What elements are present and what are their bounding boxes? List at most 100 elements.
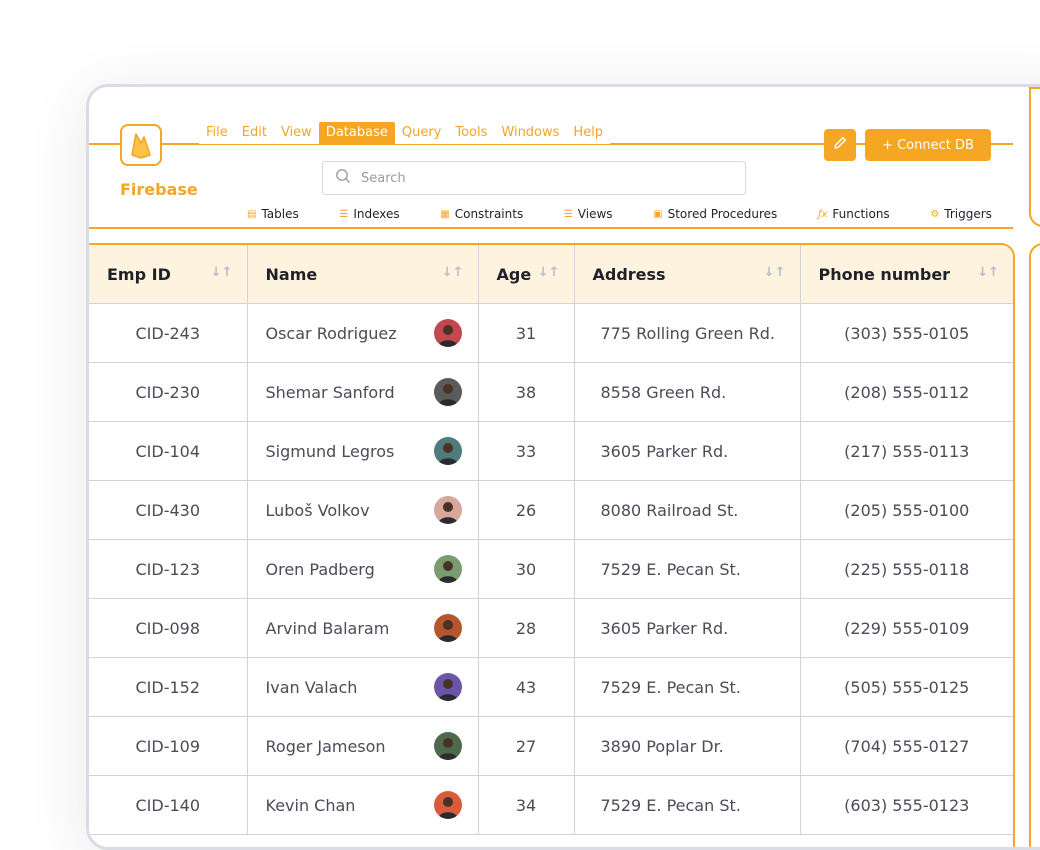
cell-name: Luboš Volkov [247, 480, 479, 540]
table-body: CID-243 Oscar Rodriguez 31 775 Rolling Gree… [89, 303, 1013, 835]
cell-name: Arvind Balaram [247, 598, 479, 658]
employee-name: Sigmund Legros [265, 441, 395, 461]
avatar [433, 614, 462, 642]
cell-address: 775 Rolling Green Rd. [574, 303, 801, 363]
column-header-phone[interactable]: Phone number ↓↑ [800, 245, 1013, 304]
search-input[interactable] [359, 169, 723, 187]
name-wrapper: Oren Padberg [266, 555, 478, 583]
cell-name: Ivan Valach [247, 657, 479, 717]
tool-indexes[interactable]: ☰ Indexes [339, 207, 399, 221]
cell-address: 7529 E. Pecan St. [574, 539, 801, 599]
data-table-container: Emp ID ↓↑ Name ↓↑ Age ↓↑ Address ↓↑ Phone nu… [89, 243, 1015, 847]
name-wrapper: Arvind Balaram [266, 614, 478, 642]
cell-address: 3890 Poplar Dr. [574, 716, 801, 776]
table-row[interactable]: CID-109 Roger Jameson 27 3890 Poplar Dr. (70… [89, 716, 1013, 776]
tool-constraints[interactable]: ▦ Constraints [440, 207, 523, 221]
cell-address: 8558 Green Rd. [574, 362, 801, 422]
tool-label: Indexes [353, 207, 400, 221]
column-header-age[interactable]: Age ↓↑ [478, 245, 575, 304]
cell-emp-id: CID-109 [89, 716, 248, 776]
tool-label: Views [577, 207, 613, 221]
cell-phone: (225) 555-0118 [800, 539, 1013, 599]
procedure-icon: ▣ [653, 208, 663, 220]
column-header-emp-id[interactable]: Emp ID ↓↑ [89, 245, 248, 304]
table-row[interactable]: CID-430 Luboš Volkov 26 8080 Railroad St. (2… [89, 480, 1013, 540]
tool-label: Tables [261, 207, 299, 221]
list-icon: ☰ [339, 208, 349, 220]
tool-functions[interactable]: ƒx Functions [818, 207, 890, 221]
menu-edit[interactable]: Edit [234, 122, 274, 144]
avatar [433, 496, 462, 524]
menu-help[interactable]: Help [566, 122, 611, 144]
tool-stored-procedures[interactable]: ▣ Stored Procedures [653, 207, 777, 221]
edit-button[interactable] [824, 129, 856, 161]
cell-age: 28 [478, 598, 575, 658]
employee-name: Luboš Volkov [265, 500, 370, 520]
tool-triggers[interactable]: ⚙ Triggers [930, 207, 992, 221]
sort-icon[interactable]: ↓↑ [764, 265, 786, 280]
avatar [433, 378, 462, 406]
cell-phone: (303) 555-0105 [800, 303, 1013, 363]
tool-label: Triggers [944, 207, 992, 221]
connect-db-button[interactable]: + Connect DB [865, 129, 991, 161]
table-row[interactable]: CID-098 Arvind Balaram 28 3605 Parker Rd. (2… [89, 598, 1013, 658]
avatar [433, 732, 462, 760]
cell-name: Roger Jameson [247, 716, 479, 776]
column-label: Name [265, 264, 318, 284]
person-icon [437, 738, 458, 760]
cell-age: 27 [478, 716, 575, 776]
table-row[interactable]: CID-140 Kevin Chan 34 7529 E. Pecan St. (603… [89, 775, 1013, 835]
cell-name: Sigmund Legros [247, 421, 479, 481]
sort-icon[interactable]: ↓↑ [538, 265, 560, 280]
name-wrapper: Ivan Valach [266, 673, 478, 701]
avatar [433, 555, 462, 583]
constraint-icon: ▦ [440, 208, 450, 220]
name-wrapper: Oscar Rodriguez [266, 319, 478, 347]
person-icon [437, 797, 458, 819]
name-wrapper: Kevin Chan [266, 791, 478, 819]
menu-windows[interactable]: Windows [494, 122, 567, 144]
sort-icon[interactable]: ↓↑ [442, 265, 464, 280]
app-window: Firebase File Edit View Database Query T… [86, 84, 1040, 850]
menu-database[interactable]: Database [318, 122, 395, 144]
cell-age: 33 [478, 421, 575, 481]
menu-file[interactable]: File [199, 122, 235, 144]
cell-phone: (208) 555-0112 [800, 362, 1013, 422]
name-wrapper: Sigmund Legros [266, 437, 478, 465]
menu-query[interactable]: Query [394, 122, 449, 144]
pencil-icon [832, 135, 848, 155]
cell-phone: (217) 555-0113 [800, 421, 1013, 481]
table-row[interactable]: CID-104 Sigmund Legros 33 3605 Parker Rd. (2… [89, 421, 1013, 481]
column-label: Emp ID [107, 264, 171, 284]
menu-view[interactable]: View [273, 122, 319, 144]
cell-address: 3605 Parker Rd. [574, 421, 801, 481]
tool-label: Functions [832, 207, 890, 221]
cell-age: 34 [478, 775, 575, 835]
table-row[interactable]: CID-243 Oscar Rodriguez 31 775 Rolling Gree… [89, 303, 1013, 363]
tool-tables[interactable]: ▤ Tables [247, 207, 299, 221]
table-row[interactable]: CID-230 Shemar Sanford 38 8558 Green Rd. (20… [89, 362, 1013, 422]
table-row[interactable]: CID-123 Oren Padberg 30 7529 E. Pecan St. (2… [89, 539, 1013, 599]
cell-name: Shemar Sanford [247, 362, 479, 422]
column-header-address[interactable]: Address ↓↑ [574, 245, 801, 304]
cell-age: 38 [478, 362, 575, 422]
table-row[interactable]: CID-152 Ivan Valach 43 7529 E. Pecan St. (50… [89, 657, 1013, 717]
tool-views[interactable]: ☰ Views [564, 207, 613, 221]
sort-icon[interactable]: ↓↑ [977, 265, 999, 280]
menu-bar: File Edit View Database Query Tools Wind… [199, 122, 611, 144]
tool-label: Stored Procedures [667, 207, 778, 221]
sort-icon[interactable]: ↓↑ [211, 265, 233, 280]
person-icon [437, 561, 458, 583]
column-label: Address [592, 264, 666, 284]
brand-name: Firebase [120, 180, 198, 199]
tool-label: Constraints [454, 207, 524, 221]
avatar [433, 437, 462, 465]
column-header-name[interactable]: Name ↓↑ [247, 245, 479, 304]
cell-emp-id: CID-098 [89, 598, 248, 658]
search-bar [322, 161, 746, 195]
menu-tools[interactable]: Tools [448, 122, 495, 144]
column-label: Phone number [818, 264, 951, 284]
cell-phone: (205) 555-0100 [800, 480, 1013, 540]
cell-emp-id: CID-243 [89, 303, 248, 363]
employee-table: Emp ID ↓↑ Name ↓↑ Age ↓↑ Address ↓↑ Phone nu… [89, 245, 1013, 835]
